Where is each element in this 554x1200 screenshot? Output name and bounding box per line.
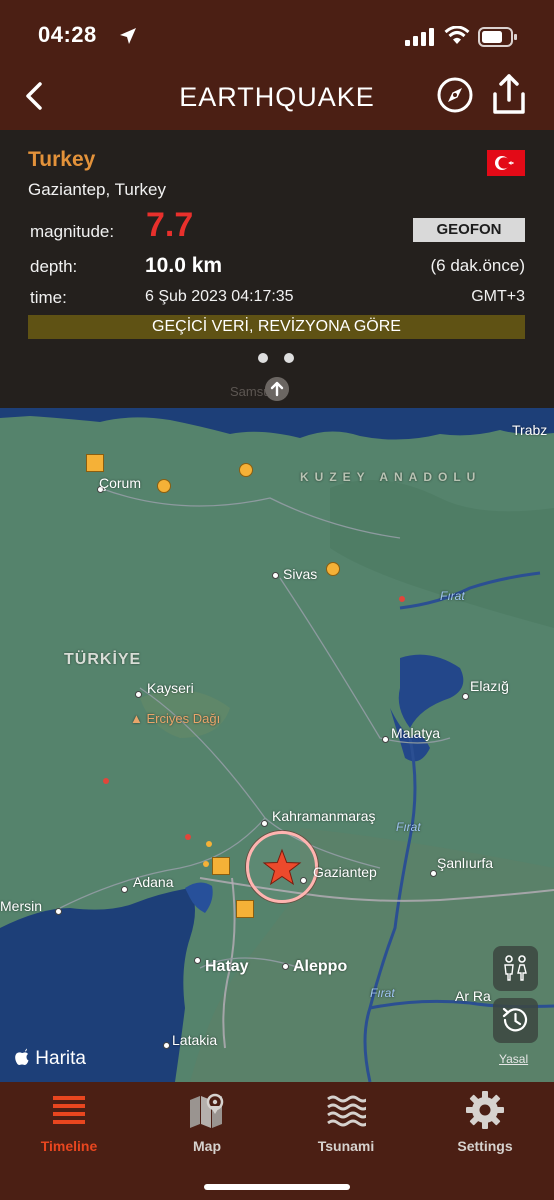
magnitude-value: 7.7 bbox=[146, 206, 194, 244]
tab-timeline[interactable]: Timeline bbox=[14, 1090, 124, 1160]
time-ago: (6 dak.önce) bbox=[430, 256, 526, 275]
city-dot bbox=[261, 820, 268, 827]
map-terrain bbox=[0, 408, 554, 1082]
event-region: Gaziantep, Turkey bbox=[28, 180, 166, 199]
compass-button[interactable] bbox=[436, 76, 474, 114]
city-dot bbox=[135, 691, 142, 698]
map-label-peak: ▲ Erciyes Dağı bbox=[130, 711, 221, 726]
city-dot bbox=[300, 877, 307, 884]
quake-dot-marker[interactable] bbox=[103, 778, 109, 784]
collapse-arrow-button[interactable] bbox=[265, 377, 289, 401]
depth-value: 10.0 km bbox=[145, 254, 223, 277]
depth-label: depth: bbox=[30, 257, 78, 276]
quake-dot-marker[interactable] bbox=[399, 596, 405, 602]
attribution-text: Harita bbox=[35, 1048, 86, 1069]
city-dot bbox=[121, 886, 128, 893]
map-label-country: TÜRKİYE bbox=[64, 651, 142, 668]
cellular-signal-icon bbox=[405, 28, 434, 46]
source-badge[interactable]: GEOFON bbox=[413, 218, 525, 242]
event-country: Turkey bbox=[28, 148, 96, 171]
aftershock-square-marker[interactable] bbox=[236, 900, 254, 918]
history-button[interactable] bbox=[493, 998, 538, 1043]
city-dot bbox=[282, 963, 289, 970]
map-label-malatya: Malatya bbox=[391, 725, 441, 741]
map-label-ar-raqqa: Ar Ra bbox=[455, 988, 491, 1004]
aftershock-circle-marker[interactable] bbox=[157, 479, 171, 493]
city-dot bbox=[430, 870, 437, 877]
page-dot-2[interactable] bbox=[284, 353, 294, 363]
map-label-hatay: Hatay bbox=[205, 958, 249, 975]
map-icon bbox=[190, 1093, 224, 1128]
map-view[interactable]: Trabz Çorum KUZEY ANADOLU Sivas Fırat TÜ… bbox=[0, 408, 554, 1082]
page-dot-1[interactable] bbox=[258, 353, 268, 363]
map-label-kahramanmaras: Kahramanmaraş bbox=[272, 808, 376, 824]
map-label-kayseri: Kayseri bbox=[147, 680, 194, 696]
tab-tsunami[interactable]: Tsunami bbox=[291, 1090, 401, 1160]
map-label-aleppo: Aleppo bbox=[293, 958, 348, 975]
battery-icon bbox=[478, 27, 517, 47]
waves-icon bbox=[327, 1095, 366, 1127]
tab-label: Map bbox=[193, 1138, 221, 1154]
map-label-sanliurfa: Şanlıurfa bbox=[437, 855, 494, 871]
share-button[interactable] bbox=[490, 72, 528, 116]
home-indicator[interactable] bbox=[204, 1184, 350, 1190]
aftershock-circle-marker[interactable] bbox=[326, 562, 340, 576]
gear-icon bbox=[466, 1091, 504, 1129]
time-label: time: bbox=[30, 288, 67, 307]
epicenter-star-icon[interactable] bbox=[262, 848, 302, 888]
aftershock-small-marker[interactable] bbox=[206, 841, 212, 847]
timezone: GMT+3 bbox=[471, 288, 525, 305]
tab-label: Settings bbox=[457, 1138, 513, 1154]
map-attribution: Harita bbox=[14, 1048, 86, 1070]
tab-bar: Timeline Map Tsunami Settings bbox=[0, 1082, 554, 1200]
aftershock-square-marker[interactable] bbox=[86, 454, 104, 472]
legal-link[interactable]: Yasal bbox=[499, 1052, 528, 1066]
tab-label: Timeline bbox=[40, 1138, 98, 1154]
map-label-region: KUZEY ANADOLU bbox=[300, 470, 482, 484]
event-time: 6 Şub 2023 04:17:35 bbox=[145, 288, 294, 305]
status-bar: 04:28 bbox=[0, 20, 554, 54]
tab-map[interactable]: Map bbox=[152, 1090, 262, 1160]
earthquake-info-card[interactable]: Turkey Gaziantep, Turkey magnitude: 7.7 … bbox=[0, 130, 554, 408]
map-label-river: Fırat bbox=[396, 820, 421, 834]
apple-logo-icon bbox=[15, 1048, 29, 1065]
people-icon bbox=[504, 955, 527, 981]
list-icon bbox=[53, 1096, 85, 1124]
tab-label: Tsunami bbox=[317, 1138, 375, 1154]
status-time: 04:28 bbox=[38, 22, 97, 47]
navigation-bar: EARTHQUAKE bbox=[0, 70, 554, 124]
map-label-sivas: Sivas bbox=[283, 566, 318, 582]
city-dot bbox=[194, 957, 201, 964]
turkey-flag-icon bbox=[487, 150, 525, 176]
city-dot bbox=[462, 693, 469, 700]
quake-dot-marker[interactable] bbox=[185, 834, 191, 840]
people-filter-button[interactable] bbox=[493, 946, 538, 991]
map-label-gaziantep: Gaziantep bbox=[313, 864, 377, 880]
map-label-mersin: Mersin bbox=[0, 898, 43, 914]
city-dot bbox=[163, 1042, 170, 1049]
map-label-adana: Adana bbox=[133, 874, 174, 890]
city-dot bbox=[382, 736, 389, 743]
wifi-icon bbox=[444, 26, 470, 44]
map-label-elazig: Elazığ bbox=[470, 678, 509, 694]
map-label-latakia: Latakia bbox=[172, 1032, 218, 1048]
map-label-river: Fırat bbox=[370, 986, 395, 1000]
city-dot bbox=[272, 572, 279, 579]
aftershock-square-marker[interactable] bbox=[212, 857, 230, 875]
provisional-notice: GEÇİCİ VERİ, REVİZYONA GÖRE bbox=[28, 315, 525, 339]
aftershock-small-marker[interactable] bbox=[203, 861, 209, 867]
map-label-river: Fırat bbox=[440, 589, 465, 603]
tab-settings[interactable]: Settings bbox=[430, 1090, 540, 1160]
peak-name: Erciyes Dağı bbox=[146, 711, 221, 726]
map-label-corum: Çorum bbox=[99, 475, 142, 491]
map-label-trabzon: Trabz bbox=[512, 422, 548, 438]
aftershock-circle-marker[interactable] bbox=[239, 463, 253, 477]
history-icon bbox=[502, 1007, 528, 1032]
location-arrow-icon bbox=[120, 28, 136, 44]
top-bar: 04:28 EARTHQUAKE bbox=[0, 0, 554, 130]
magnitude-label: magnitude: bbox=[30, 222, 115, 241]
city-dot bbox=[55, 908, 62, 915]
